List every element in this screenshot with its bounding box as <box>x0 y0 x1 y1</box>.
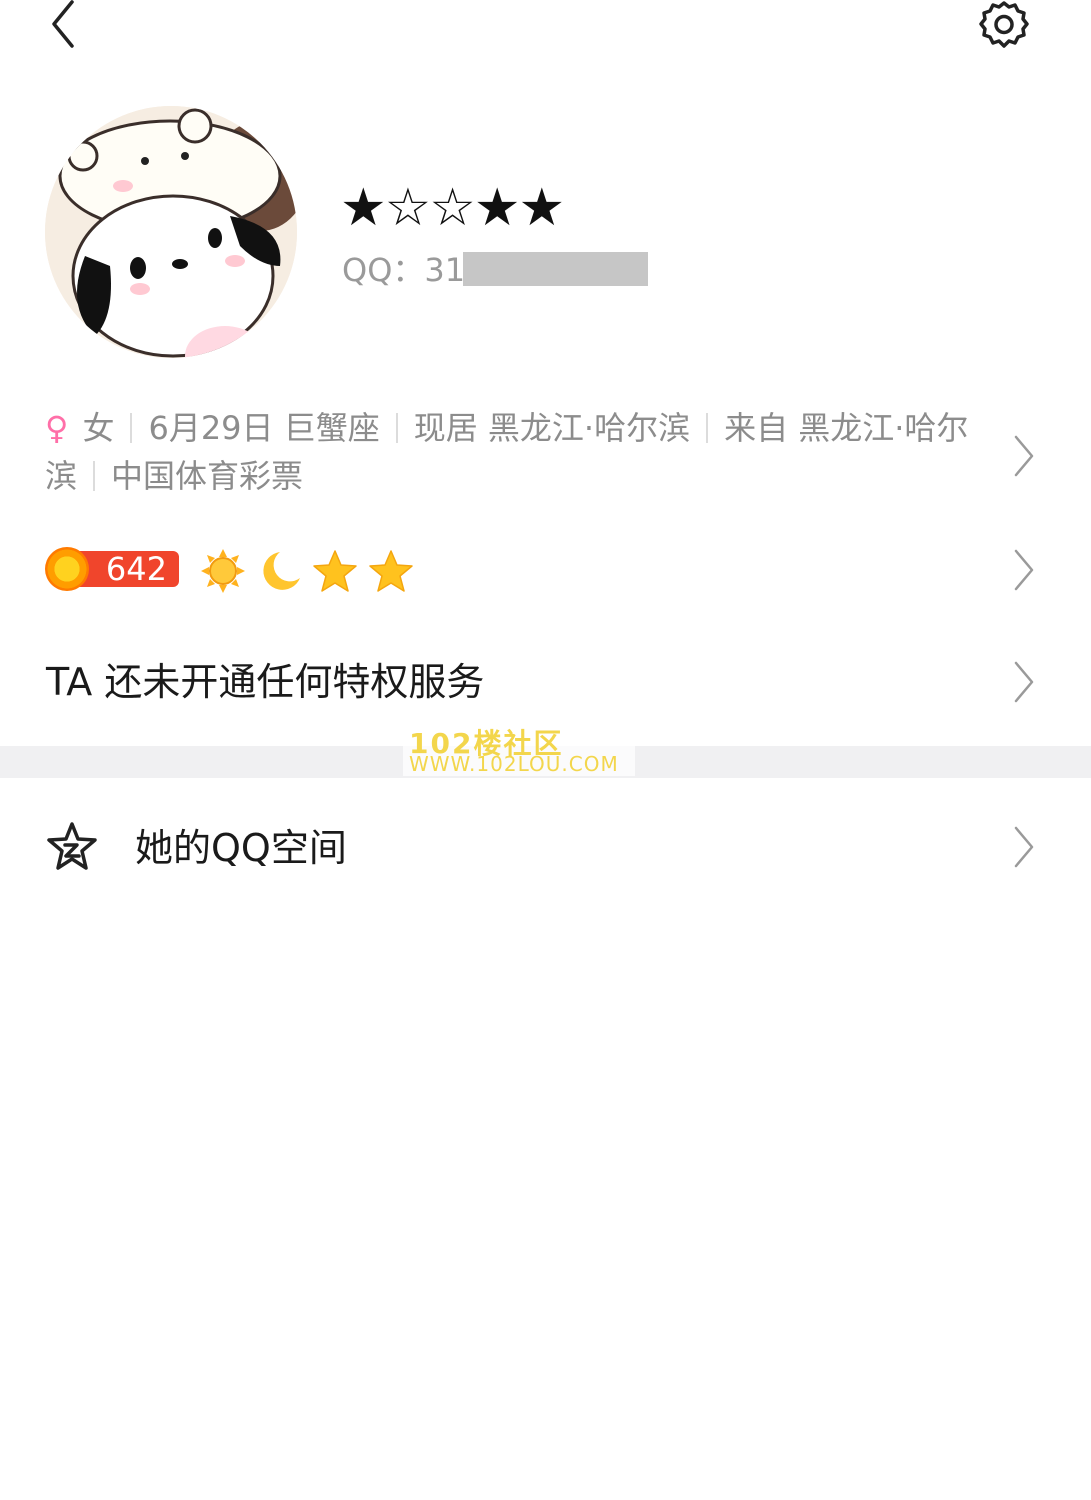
star-icon <box>369 550 413 592</box>
qq-value: 31 <box>424 251 466 289</box>
crown-icon <box>45 547 89 591</box>
gender-text: 女 <box>82 409 115 447</box>
qq-redaction <box>463 252 648 286</box>
nickname: ★☆☆★★ <box>340 178 565 238</box>
residence-text: 现居 黑龙江·哈尔滨 <box>413 409 691 447</box>
level-badge[interactable]: 642 <box>45 547 180 591</box>
profile-page: ★☆☆★★ QQ：31 ♀ 女 6月29日 巨蟹座 现居 黑龙江·哈尔滨 来自 黑龙江·… <box>0 0 1091 1500</box>
birthday-text: 6月29日 巨蟹座 <box>148 409 380 447</box>
divider <box>706 413 709 443</box>
qq-number: QQ：31 <box>342 250 465 290</box>
moon-icon <box>263 552 300 590</box>
profile-info[interactable]: ♀ 女 6月29日 巨蟹座 现居 黑龙江·哈尔滨 来自 黑龙江·哈尔滨 中国体育彩票 <box>45 404 975 500</box>
divider <box>395 413 398 443</box>
avatar[interactable] <box>45 106 297 358</box>
company-text: 中国体育彩票 <box>111 457 304 495</box>
watermark-url: WWW.102LOU.COM <box>409 752 619 776</box>
sun-icon <box>201 549 245 593</box>
divider <box>93 461 96 491</box>
divider <box>130 413 133 443</box>
chevron-right-icon[interactable] <box>1010 547 1038 593</box>
qzone-star-icon <box>47 822 97 870</box>
chevron-right-icon[interactable] <box>1010 824 1038 870</box>
star-icon <box>313 550 357 592</box>
chevron-right-icon[interactable] <box>1010 659 1038 705</box>
female-icon: ♀ <box>45 409 69 447</box>
privilege-status[interactable]: TA 还未开通任何特权服务 <box>46 656 484 708</box>
gear-icon[interactable] <box>978 0 1030 52</box>
qzone-link[interactable]: 她的QQ空间 <box>135 822 347 874</box>
qq-label: QQ： <box>342 251 425 289</box>
chevron-right-icon[interactable] <box>1010 433 1038 479</box>
back-icon[interactable] <box>40 0 90 50</box>
watermark: 102楼社区 WWW.102LOU.COM <box>403 722 635 776</box>
